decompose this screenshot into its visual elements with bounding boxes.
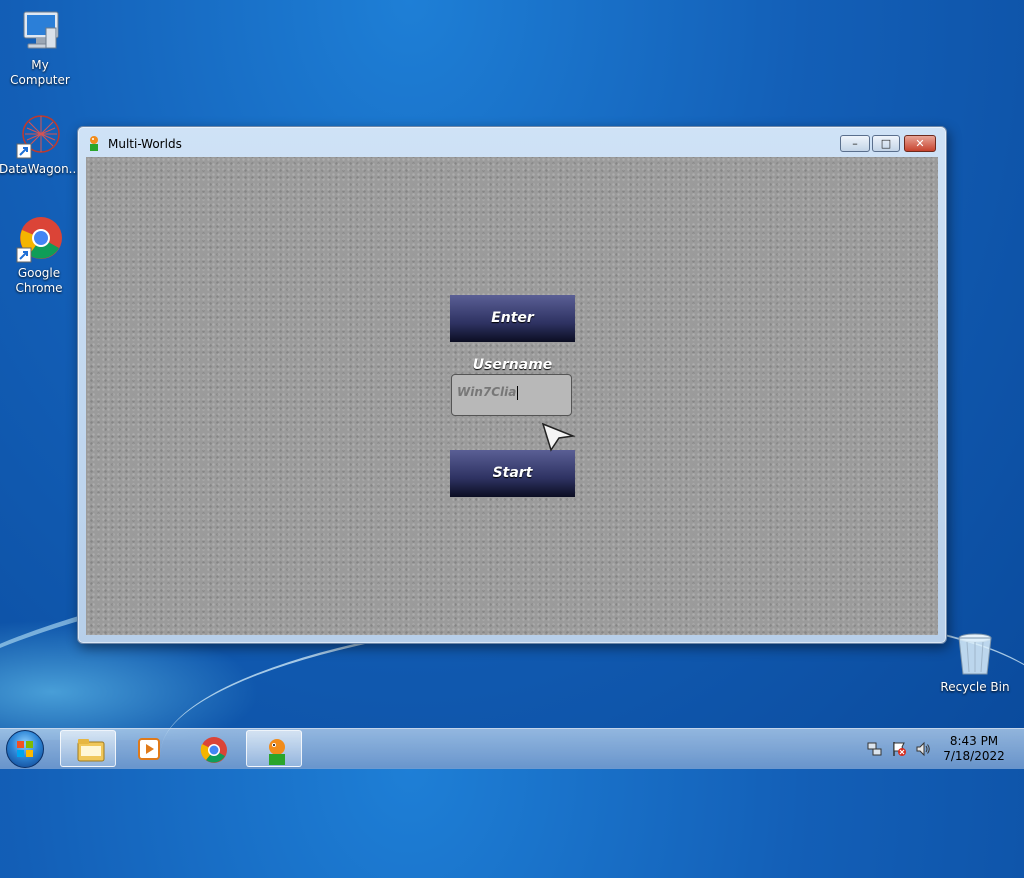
folder-icon (77, 737, 105, 763)
desktop-icon-label: DataWagon... (0, 162, 81, 176)
app-icon (86, 135, 102, 151)
network-icon[interactable] (867, 741, 883, 757)
desktop-icon-my-computer[interactable]: My Computer (0, 8, 80, 88)
taskbar-chrome[interactable] (184, 730, 240, 767)
window-titlebar[interactable]: Multi-Worlds – □ ✕ (78, 127, 946, 157)
close-button[interactable]: ✕ (904, 135, 936, 152)
desktop-icon-label: Google Chrome (15, 266, 63, 295)
desktop-icon-google-chrome[interactable]: Google Chrome (0, 216, 79, 296)
recycle-bin-icon (951, 630, 999, 678)
multi-worlds-icon (263, 737, 289, 765)
text-caret (517, 385, 519, 400)
clock-date: 7/18/2022 (943, 749, 1005, 763)
action-center-flag-icon[interactable] (891, 741, 907, 757)
mouse-pointer-icon (541, 422, 576, 455)
volume-icon[interactable] (915, 741, 931, 757)
start-button[interactable]: Start (450, 450, 575, 497)
maximize-icon: □ (880, 137, 892, 150)
clock-time: 8:43 PM (949, 734, 999, 748)
taskbar-explorer[interactable] (60, 730, 116, 767)
window-title: Multi-Worlds (108, 137, 182, 151)
desktop-icon-label: Recycle Bin (940, 680, 1010, 694)
close-icon: ✕ (915, 137, 925, 150)
desktop-icon-label: My Computer (10, 58, 70, 87)
minimize-button[interactable]: – (840, 135, 870, 152)
media-player-icon (136, 736, 162, 762)
enter-username-label: Enter Username (450, 295, 575, 373)
maximize-button[interactable]: □ (872, 135, 900, 152)
chrome-icon (15, 216, 63, 264)
taskbar-multi-worlds[interactable] (246, 730, 302, 767)
taskbar-media-player[interactable] (120, 730, 176, 767)
taskbar-clock[interactable]: 8:43 PM 7/18/2022 (930, 734, 1018, 764)
game-canvas: Enter Username Win7Clia Start (86, 157, 938, 635)
taskbar: 8:43 PM 7/18/2022 (0, 728, 1024, 769)
username-value: Win7Clia (457, 385, 519, 400)
app-window: Multi-Worlds – □ ✕ Enter Username Win7Cl… (77, 126, 947, 644)
windows-logo-icon (17, 741, 33, 757)
start-button[interactable] (6, 730, 44, 768)
username-input[interactable]: Win7Clia (451, 374, 572, 416)
datawagon-icon (15, 112, 63, 160)
chrome-icon (200, 736, 227, 763)
desktop-icon-datawagon[interactable]: DataWagon... (0, 112, 81, 177)
computer-icon (16, 8, 64, 56)
minimize-icon: – (852, 137, 858, 150)
desktop-icon-recycle-bin[interactable]: Recycle Bin (935, 630, 1015, 695)
